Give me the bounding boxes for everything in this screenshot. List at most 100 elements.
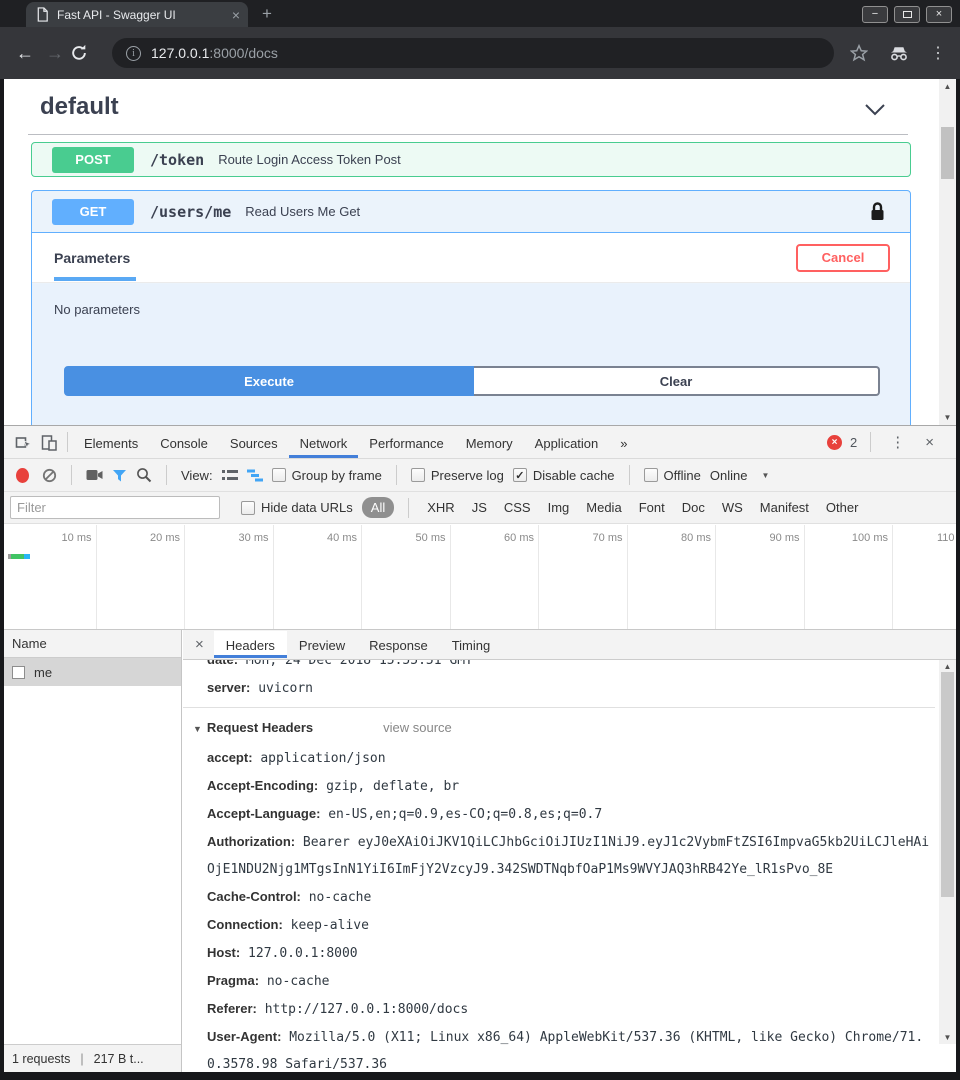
network-overview-timeline[interactable]: 10 ms 20 ms 30 ms 40 ms 50 ms 60 ms 70 m…	[4, 525, 956, 630]
parameters-tab[interactable]: Parameters	[54, 250, 130, 266]
window-controls: − ×	[862, 6, 952, 23]
checkbox-unchecked-icon	[272, 468, 286, 482]
timeline-tick: 60 ms	[451, 525, 540, 629]
auth-lock-icon[interactable]	[869, 201, 886, 222]
section-title: default	[40, 93, 119, 121]
requests-list: Name me 1 requests | 217 B t...	[4, 630, 182, 1072]
offline-checkbox[interactable]: Offline	[644, 468, 701, 483]
disable-cache-checkbox[interactable]: ✓ Disable cache	[513, 468, 615, 483]
detail-tabbar: × Headers Preview Response Timing	[183, 630, 956, 660]
scroll-up-icon[interactable]: ▲	[939, 662, 956, 671]
filter-type-js[interactable]: JS	[468, 500, 491, 515]
bookmark-star-icon[interactable]	[850, 44, 868, 62]
scroll-up-icon[interactable]: ▲	[939, 82, 956, 91]
execute-button[interactable]: Execute	[64, 366, 474, 396]
view-waterfall-icon[interactable]	[247, 469, 263, 482]
scroll-down-icon[interactable]: ▼	[939, 413, 956, 422]
cancel-button[interactable]: Cancel	[796, 244, 890, 272]
scrollbar-thumb[interactable]	[941, 672, 954, 897]
page-scrollbar[interactable]: ▲ ▼	[939, 79, 956, 425]
view-source-link[interactable]: view source	[383, 713, 452, 742]
back-icon[interactable]: ←	[10, 43, 40, 64]
view-list-icon[interactable]	[222, 469, 238, 482]
group-by-frame-checkbox[interactable]: Group by frame	[272, 468, 382, 483]
header-row: Accept-Language: en-US,en;q=0.9,es-CO;q=…	[207, 800, 935, 828]
endpoint-path: /users/me	[150, 203, 231, 221]
filter-type-other[interactable]: Other	[822, 500, 863, 515]
throttling-dropdown[interactable]: Online ▼	[710, 468, 770, 483]
filter-type-img[interactable]: Img	[544, 500, 574, 515]
search-icon[interactable]	[136, 467, 152, 483]
detail-tab-preview[interactable]: Preview	[287, 631, 357, 658]
devtools-close-icon[interactable]: ×	[919, 434, 940, 451]
endpoint-header[interactable]: GET /users/me Read Users Me Get	[32, 191, 910, 233]
devtools-tab-application[interactable]: Application	[524, 427, 610, 458]
site-info-icon[interactable]: i	[126, 46, 141, 61]
inspect-element-icon[interactable]	[10, 434, 36, 451]
window-minimize-button[interactable]: −	[862, 6, 888, 23]
forward-icon[interactable]: →	[40, 43, 70, 64]
header-row: User-Agent: Mozilla/5.0 (X11; Linux x86_…	[207, 1023, 935, 1072]
more-tabs-icon[interactable]: »	[609, 427, 638, 458]
detail-close-icon[interactable]: ×	[183, 636, 214, 653]
devtools-tab-network[interactable]: Network	[289, 427, 359, 458]
record-icon[interactable]	[16, 468, 29, 483]
headers-content[interactable]: date: Mon, 24 Dec 2018 15:55:51 GMT serv…	[183, 660, 939, 1072]
reload-icon[interactable]	[70, 44, 100, 62]
clear-button[interactable]: Clear	[474, 366, 880, 396]
filter-type-font[interactable]: Font	[635, 500, 669, 515]
filter-type-doc[interactable]: Doc	[678, 500, 709, 515]
clear-requests-icon[interactable]	[42, 468, 57, 483]
request-row-me[interactable]: me	[4, 658, 181, 686]
devtools-tab-sources[interactable]: Sources	[219, 427, 289, 458]
detail-scrollbar[interactable]: ▲ ▼	[939, 660, 956, 1044]
header-row: Pragma: no-cache	[207, 967, 935, 995]
url-path: :8000/docs	[209, 45, 278, 61]
capture-screenshots-icon[interactable]	[86, 469, 103, 481]
collapse-arrow-icon[interactable]: ▼	[193, 715, 202, 744]
requests-summary: 1 requests | 217 B t...	[4, 1044, 181, 1072]
filter-type-media[interactable]: Media	[582, 500, 625, 515]
device-toolbar-icon[interactable]	[36, 434, 62, 451]
section-collapse-chevron-icon[interactable]	[864, 103, 886, 116]
filter-type-manifest[interactable]: Manifest	[756, 500, 813, 515]
filter-funnel-icon[interactable]	[112, 469, 127, 482]
timeline-tick: 110	[893, 525, 956, 629]
window-close-button[interactable]: ×	[926, 6, 952, 23]
header-row: Authorization: Bearer eyJ0eXAiOiJKV1QiLC…	[207, 828, 935, 883]
browser-tab[interactable]: Fast API - Swagger UI ×	[26, 2, 248, 27]
devtools-tab-console[interactable]: Console	[149, 427, 219, 458]
hide-data-urls-checkbox[interactable]: Hide data URLs	[241, 500, 353, 515]
filter-type-ws[interactable]: WS	[718, 500, 747, 515]
tab-close-icon[interactable]: ×	[232, 7, 240, 23]
request-headers-title[interactable]: Request Headers	[207, 713, 313, 742]
detail-tab-headers[interactable]: Headers	[214, 631, 287, 658]
new-tab-button[interactable]: +	[262, 4, 272, 24]
network-toolbar: View: Group by frame Preserve log ✓ Disa…	[4, 459, 956, 492]
request-waterfall-bar	[8, 554, 30, 559]
preserve-log-checkbox[interactable]: Preserve log	[411, 468, 504, 483]
devtools-menu-icon[interactable]: ⋮	[884, 433, 911, 451]
checkbox-unchecked-icon	[241, 501, 255, 515]
header-row: server: uvicorn	[207, 674, 935, 702]
filter-type-css[interactable]: CSS	[500, 500, 535, 515]
filter-type-all[interactable]: All	[362, 497, 394, 518]
view-label: View:	[181, 468, 213, 483]
window-maximize-button[interactable]	[894, 6, 920, 23]
incognito-icon	[888, 45, 910, 62]
endpoint-get-users-me: GET /users/me Read Users Me Get Paramete…	[31, 190, 911, 425]
name-column-header[interactable]: Name	[4, 630, 181, 658]
endpoint-post-token[interactable]: POST /token Route Login Access Token Pos…	[31, 142, 911, 177]
filter-type-xhr[interactable]: XHR	[423, 500, 458, 515]
scroll-down-icon[interactable]: ▼	[939, 1033, 956, 1042]
address-bar[interactable]: i 127.0.0.1:8000/docs	[112, 38, 834, 68]
devtools-tab-memory[interactable]: Memory	[455, 427, 524, 458]
detail-tab-response[interactable]: Response	[357, 631, 440, 658]
error-badge-icon[interactable]: ×	[827, 435, 842, 450]
detail-tab-timing[interactable]: Timing	[440, 631, 503, 658]
scrollbar-thumb[interactable]	[941, 127, 954, 179]
filter-input[interactable]	[10, 496, 220, 519]
devtools-tab-performance[interactable]: Performance	[358, 427, 454, 458]
devtools-tab-elements[interactable]: Elements	[73, 427, 149, 458]
browser-menu-icon[interactable]: ⋮	[930, 43, 946, 63]
